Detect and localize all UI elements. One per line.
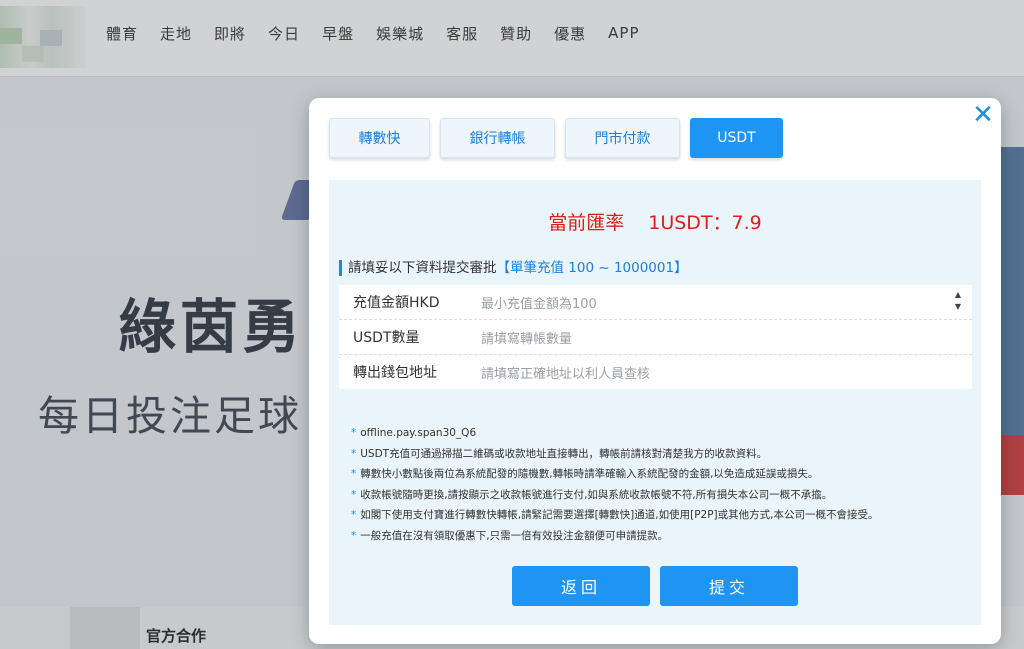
stepper-down-icon[interactable]: ▼ [952, 301, 964, 313]
tab-usdt[interactable]: USDT [690, 118, 783, 158]
amount-label: 充值金額HKD [353, 295, 440, 311]
tab-fps[interactable]: 轉數快 [329, 118, 430, 158]
section-title-text: 請填妥以下資料提交審批 [348, 260, 497, 276]
note-item: * 轉數快小數點後兩位為系統配發的隨機數,轉帳時請準確輸入系統配發的金額,以免造成… [351, 468, 819, 481]
wallet-address-input[interactable]: 請填寫正確地址以利人員查核 [481, 363, 972, 382]
exchange-rate: 當前匯率 1USDT：7.9 [329, 208, 981, 235]
note-item: * USDT充值可通過掃描二維碼或收款地址直接轉出，轉帳前請核對清楚我方的收款資料… [351, 447, 768, 460]
wallet-address-label: 轉出錢包地址 [353, 365, 437, 381]
usdt-quantity-label: USDT數量 [353, 330, 420, 346]
exchange-rate-value: 1USDT：7.9 [648, 212, 762, 234]
usdt-quantity-input[interactable]: 請填寫轉帳數量 [481, 328, 972, 347]
tab-bank-transfer[interactable]: 銀行轉帳 [440, 118, 555, 158]
amount-input[interactable]: 最小充值金額為100 [481, 293, 972, 312]
form-section-title: 請填妥以下資料提交審批【單筆充值 100 ~ 1000001】 [339, 260, 688, 276]
notes-list: * offline.pay.span30_Q6 * USDT充值可通過掃描二維碼或收… [351, 423, 971, 547]
close-icon[interactable]: ✕ [970, 102, 996, 128]
form-row-amount: 充值金額HKD 最小充值金額為100 ▲ ▼ [339, 285, 972, 320]
deposit-modal: ✕ 轉數快 銀行轉帳 門市付款 USDT 當前匯率 1USDT：7.9 請填妥以下… [309, 98, 1001, 644]
usdt-panel: 當前匯率 1USDT：7.9 請填妥以下資料提交審批【單筆充值 100 ~ 100… [329, 180, 981, 625]
amount-stepper[interactable]: ▲ ▼ [952, 289, 964, 315]
form-row-usdt-quantity: USDT數量 請填寫轉帳數量 [339, 320, 972, 355]
exchange-rate-label: 當前匯率 [548, 212, 625, 234]
payment-tabs: 轉數快 銀行轉帳 門市付款 USDT [329, 118, 793, 158]
submit-button[interactable]: 提交 [660, 566, 798, 606]
back-button[interactable]: 返回 [512, 566, 650, 606]
note-item: * offline.pay.span30_Q6 [351, 427, 477, 439]
note-item: * 如閣下使用支付寶進行轉數快轉帳,請緊記需要選擇[轉數快]通道,如使用[P2P]… [351, 509, 879, 522]
deposit-form: 充值金額HKD 最小充值金額為100 ▲ ▼ USDT數量 請填寫轉帳數量 轉出… [339, 285, 972, 389]
stepper-up-icon[interactable]: ▲ [952, 289, 964, 301]
tab-store-payment[interactable]: 門市付款 [565, 118, 680, 158]
note-item: * 收款帳號隨時更換,請按顯示之收款帳號進行支付,如與系統收款帳號不符,所有損失本… [351, 488, 833, 501]
note-item: * 一般充值在沒有領取優惠下,只需一倍有效投注金額便可申請提款。 [351, 529, 669, 542]
deposit-range: 【單筆充值 100 ~ 1000001】 [496, 260, 688, 276]
form-row-wallet-address: 轉出錢包地址 請填寫正確地址以利人員查核 [339, 355, 972, 389]
